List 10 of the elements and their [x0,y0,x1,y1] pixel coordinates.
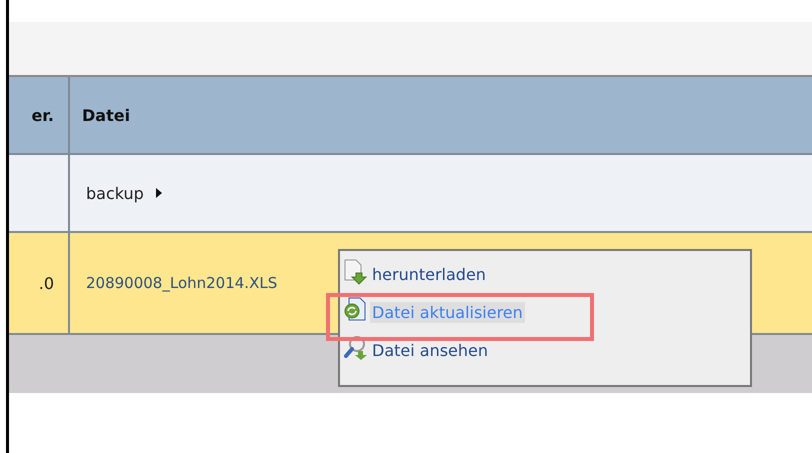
magnifier-icon [344,335,368,361]
table-cell: .0 [38,274,54,292]
file-link[interactable]: 20890008_Lohn2014.XLS [86,274,278,292]
menu-item[interactable]: herunterladen [370,264,488,285]
triangle-icon [156,188,162,198]
refresh-icon [344,297,368,323]
folder-link[interactable]: backup [86,184,144,202]
menu-item[interactable]: Datei ansehen [370,340,490,361]
download-icon [344,259,368,285]
column-header: Datei [81,104,132,126]
